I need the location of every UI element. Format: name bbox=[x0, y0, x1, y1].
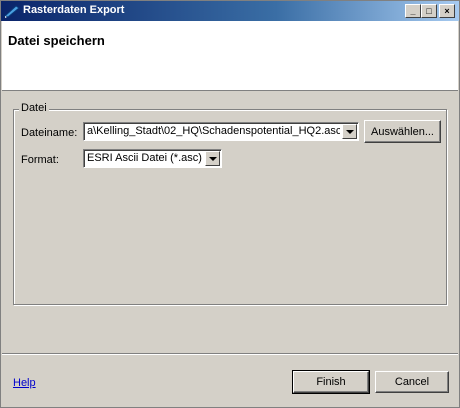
export-dialog: Rasterdaten Export _ □ × Datei speichern… bbox=[0, 0, 460, 408]
title-bar[interactable]: Rasterdaten Export _ □ × bbox=[1, 1, 459, 21]
choose-file-button[interactable]: Auswählen... bbox=[364, 120, 441, 143]
help-link[interactable]: Help bbox=[13, 377, 36, 389]
minimize-button[interactable]: _ bbox=[405, 4, 421, 18]
pen-icon bbox=[4, 5, 20, 18]
format-dropdown-button[interactable] bbox=[205, 151, 220, 166]
filename-label: Dateiname: bbox=[21, 127, 78, 139]
dialog-header: Datei speichern bbox=[2, 21, 458, 91]
format-value[interactable]: ESRI Ascii Datei (*.asc) bbox=[87, 152, 203, 164]
close-button[interactable]: × bbox=[439, 4, 455, 18]
maximize-icon: □ bbox=[426, 5, 432, 16]
finish-button[interactable]: Finish bbox=[292, 370, 370, 394]
chevron-down-icon bbox=[208, 156, 217, 161]
format-combobox[interactable]: ESRI Ascii Datei (*.asc) bbox=[83, 149, 222, 168]
window-title: Rasterdaten Export bbox=[23, 4, 125, 16]
group-legend: Datei bbox=[19, 102, 49, 114]
filename-value[interactable]: a\Kelling_Stadt\02_HQ\Schadenspotential_… bbox=[87, 125, 340, 137]
cancel-button[interactable]: Cancel bbox=[375, 371, 449, 393]
maximize-button[interactable]: □ bbox=[421, 4, 437, 18]
close-icon: × bbox=[444, 5, 450, 16]
chevron-down-icon bbox=[345, 129, 354, 134]
format-label: Format: bbox=[21, 154, 59, 166]
minimize-icon: _ bbox=[410, 5, 416, 16]
filename-dropdown-button[interactable] bbox=[342, 124, 357, 139]
filename-combobox[interactable]: a\Kelling_Stadt\02_HQ\Schadenspotential_… bbox=[83, 122, 359, 141]
page-title: Datei speichern bbox=[8, 33, 105, 48]
footer-separator bbox=[2, 353, 458, 355]
